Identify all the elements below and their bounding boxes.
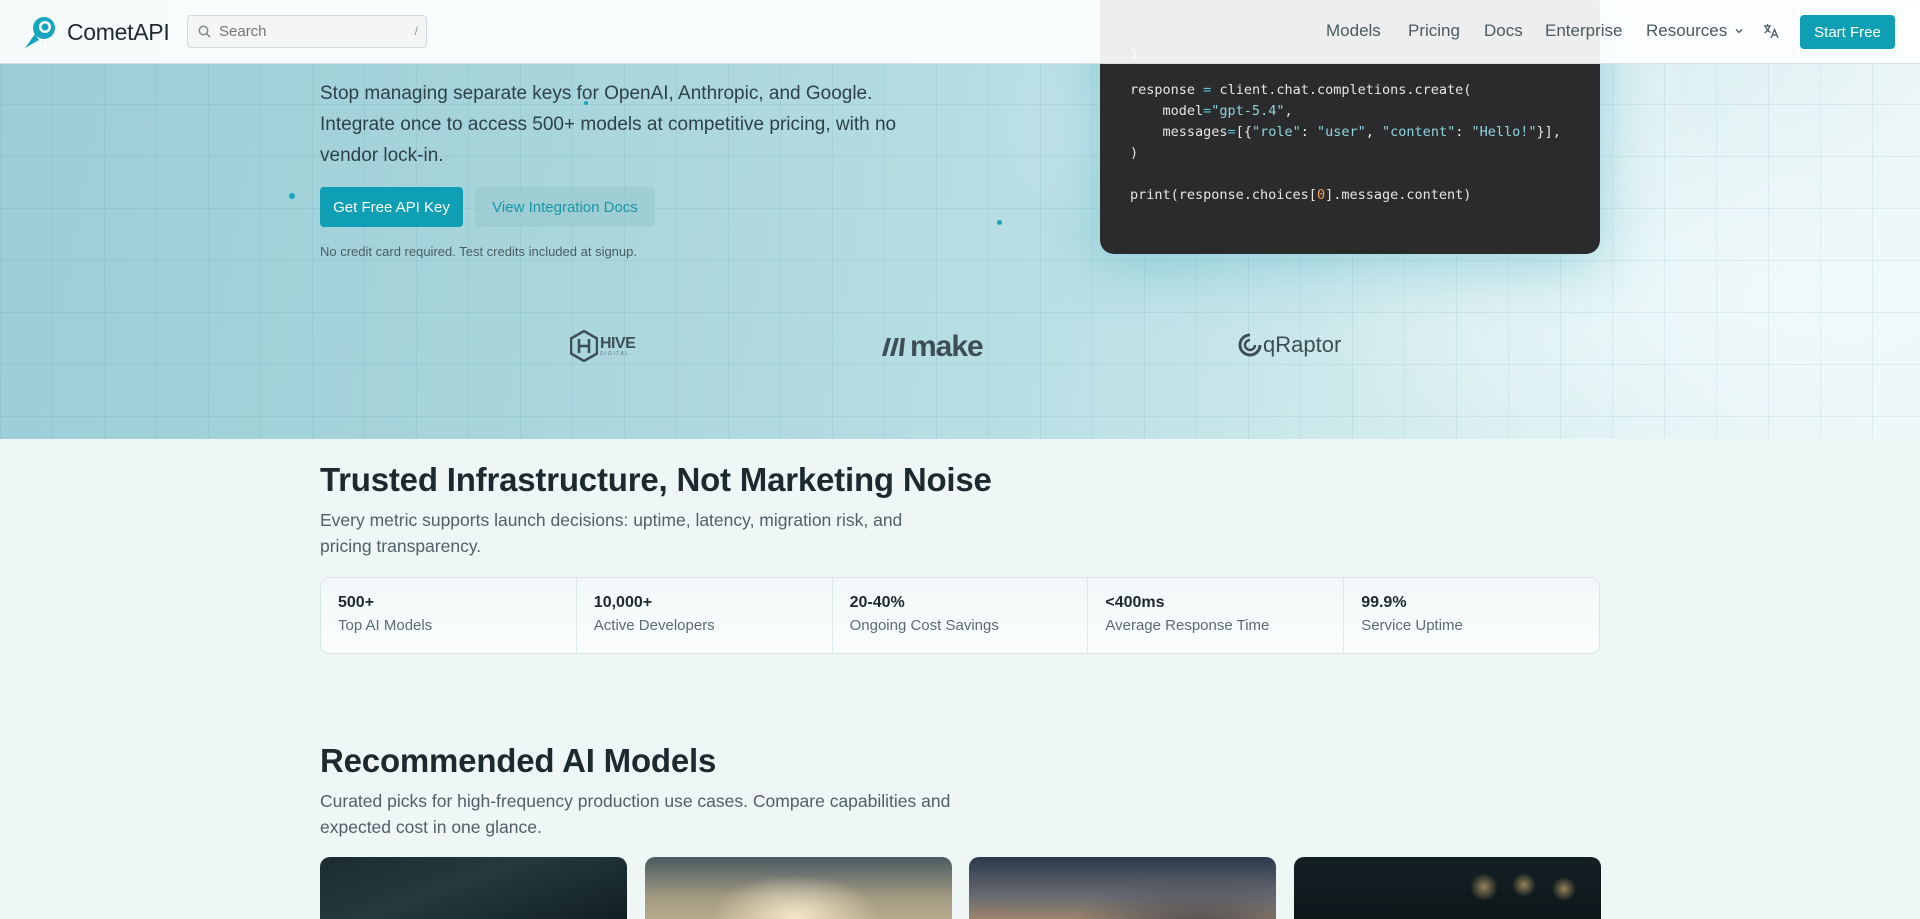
stats-panel: 500+ Top AI Models 10,000+ Active Develo… xyxy=(320,577,1600,654)
stat-value: 10,000+ xyxy=(593,594,653,611)
hive-logo-subtext: DIGITAL xyxy=(600,350,630,357)
search-icon xyxy=(198,25,211,38)
code-line: messages=[{"role": "user", "content": "H… xyxy=(1162,124,1561,140)
comet-logo-icon xyxy=(25,17,55,48)
code-line: ) xyxy=(1130,145,1139,161)
model-card[interactable] xyxy=(969,857,1276,919)
hero-note: No credit card required. Test credits in… xyxy=(320,244,637,259)
search-input[interactable] xyxy=(219,23,399,40)
language-switch-icon[interactable] xyxy=(1762,22,1780,45)
nav-link-docs[interactable]: Docs xyxy=(1484,21,1523,41)
trust-section-subtitle: Every metric supports launch decisions: … xyxy=(320,510,903,556)
qraptor-logo-text: qRaptor xyxy=(1263,332,1342,357)
stat-label: Ongoing Cost Savings xyxy=(849,617,999,634)
stat-value: 500+ xyxy=(338,594,375,611)
nav-link-resources-label: Resources xyxy=(1646,21,1728,40)
decorative-dot xyxy=(997,220,1002,225)
nav-link-enterprise[interactable]: Enterprise xyxy=(1545,21,1622,41)
code-line: print(response.choices[0].message.conten… xyxy=(1130,187,1472,203)
trust-section-title: Trusted Infrastructure, Not Marketing No… xyxy=(320,461,992,498)
code-line: response = client.chat.completions.creat… xyxy=(1130,82,1472,98)
search-shortcut-hint: / xyxy=(414,24,418,38)
hive-logo-text: HIVE xyxy=(600,334,636,352)
make-mark-icon xyxy=(882,338,905,356)
hero-section: Stop managing separate keys for OpenAI, … xyxy=(0,0,1920,439)
search-box[interactable]: / xyxy=(187,15,427,48)
nav-link-models[interactable]: Models xyxy=(1326,21,1381,41)
stat-item: <400ms Average Response Time xyxy=(1088,578,1345,653)
hero-description: Stop managing separate keys for OpenAI, … xyxy=(320,83,897,166)
model-card[interactable] xyxy=(1294,857,1601,919)
stat-value: 99.9% xyxy=(1361,594,1407,611)
stat-item: 500+ Top AI Models xyxy=(321,578,577,653)
nav-link-resources[interactable]: Resources xyxy=(1646,21,1744,41)
model-card[interactable] xyxy=(320,857,627,919)
nav-link-pricing[interactable]: Pricing xyxy=(1408,21,1460,41)
stat-label: Active Developers xyxy=(593,617,715,634)
stat-label: Service Uptime xyxy=(1361,617,1463,634)
stat-item: 99.9% Service Uptime xyxy=(1344,578,1599,653)
stat-value: <400ms xyxy=(1105,594,1165,611)
model-card[interactable] xyxy=(645,857,952,919)
stat-value: 20-40% xyxy=(849,594,905,611)
models-section-title: Recommended AI Models xyxy=(320,742,717,779)
stat-item: 10,000+ Active Developers xyxy=(577,578,833,653)
make-logo-text: make xyxy=(910,330,984,363)
qraptor-logo: qRaptor xyxy=(1238,332,1341,358)
start-free-button[interactable]: Start Free xyxy=(1800,15,1895,49)
brand-logo[interactable]: CometAPI xyxy=(23,14,170,50)
make-logo: make xyxy=(882,330,984,364)
code-line: model="gpt-5.4", xyxy=(1162,103,1293,119)
decorative-dot xyxy=(289,193,295,199)
get-free-api-key-button[interactable]: Get Free API Key xyxy=(320,187,463,227)
brand-name: CometAPI xyxy=(67,18,170,45)
hero-grid-background xyxy=(0,0,1920,439)
view-integration-docs-button[interactable]: View Integration Docs xyxy=(475,187,655,227)
stat-item: 20-40% Ongoing Cost Savings xyxy=(833,578,1089,653)
translate-icon xyxy=(1764,24,1779,39)
qraptor-mark-icon xyxy=(1238,333,1262,357)
top-navbar: CometAPI / Models Pricing Docs Enterpris… xyxy=(0,0,1920,64)
stat-label: Top AI Models xyxy=(338,617,433,634)
chevron-down-icon xyxy=(1735,29,1743,34)
models-section-subtitle: Curated picks for high-frequency product… xyxy=(320,791,951,837)
hive-digital-logo: HIVE DIGITAL xyxy=(570,330,636,362)
hive-hexagon-icon xyxy=(570,330,598,362)
stat-label: Average Response Time xyxy=(1105,617,1270,634)
